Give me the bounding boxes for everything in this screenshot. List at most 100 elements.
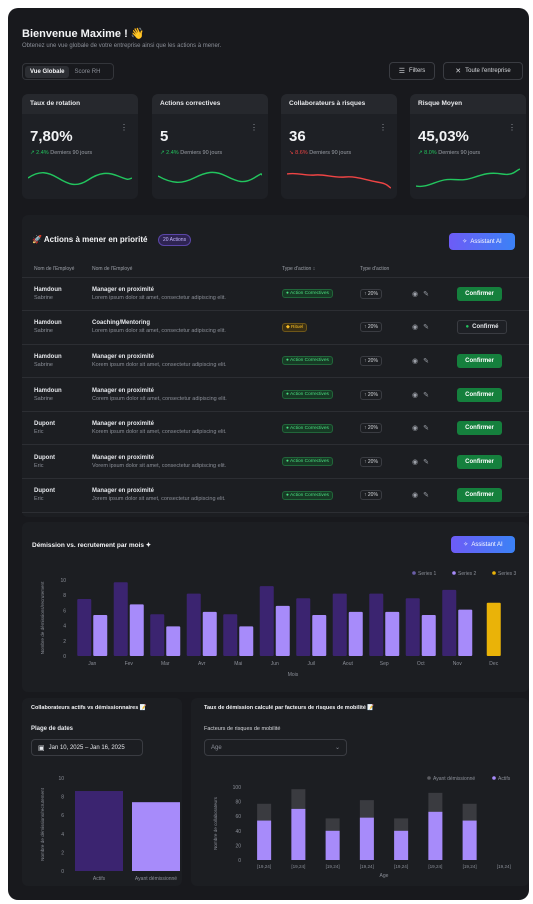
status-cell: Confirmer xyxy=(457,478,529,513)
mobility-chart-title: Taux de démission calculé par facteurs d… xyxy=(204,705,375,711)
action-description: Korem ipsum dolor sit amet, consectetur … xyxy=(92,361,227,368)
impact-value: 20% xyxy=(367,290,378,297)
action-cell: Manager en proximité Vorem ipsum dolor si… xyxy=(92,444,282,480)
view-tabs: Vue Globale Score RH xyxy=(22,63,114,80)
impact-value: 20% xyxy=(367,458,378,465)
action-type-tag: ● Action Correctives xyxy=(282,457,333,467)
type-cell: ● Action Correctives xyxy=(282,444,360,480)
filters-button[interactable]: ☰ Filters xyxy=(389,62,435,80)
view-icon[interactable]: ◉ xyxy=(412,425,418,432)
kpi-value: 36 xyxy=(289,128,306,145)
edit-icon[interactable]: ✎ xyxy=(423,392,429,399)
type-cell: ● Action Correctives xyxy=(282,277,360,312)
bar xyxy=(132,802,180,871)
bar-series-1 xyxy=(369,593,384,656)
bar-series-2 xyxy=(421,614,436,656)
kebab-menu-icon[interactable]: ⋮ xyxy=(379,123,387,132)
confirm-button[interactable]: Confirmer xyxy=(457,353,502,368)
status-label: Confirmer xyxy=(465,425,494,432)
sparkle-icon: ✧ xyxy=(463,542,469,548)
tab-vue-globale[interactable]: Vue Globale xyxy=(25,65,70,78)
view-icon[interactable]: ◉ xyxy=(412,392,418,399)
bar-series-1 xyxy=(259,586,274,656)
legend-label: Ayant démissionné xyxy=(433,776,475,782)
kpi-card-rotation: Taux de rotation ⋮ 7,80% ↗ 2.4% Derniers… xyxy=(22,94,138,199)
y-tick-label: 40 xyxy=(235,829,241,835)
confirm-button[interactable]: Confirmer xyxy=(457,387,502,402)
bar-active xyxy=(325,830,340,860)
y-tick-label: 20 xyxy=(235,843,241,849)
kpi-trend: ↘ 8.6% Derniers 90 jours xyxy=(289,150,351,156)
action-type-label: Action Correctives xyxy=(289,459,329,465)
impact-badge: ↑ 20% xyxy=(360,456,382,467)
row-icons-cell: ◉ ✎ xyxy=(412,478,457,513)
x-tick-label: Dec xyxy=(489,661,498,667)
employee-cell: Hamdoun Sabrine xyxy=(22,377,92,412)
pct-cell: ↑ 20% xyxy=(360,377,412,412)
view-icon[interactable]: ◉ xyxy=(412,291,418,298)
assistant-ai-button[interactable]: ✧ Assistant AI xyxy=(451,536,515,553)
view-icon[interactable]: ◉ xyxy=(412,358,418,365)
impact-badge: ↑ 20% xyxy=(360,355,382,366)
edit-icon[interactable]: ✎ xyxy=(423,358,429,365)
x-axis-label: Age xyxy=(380,873,389,879)
edit-icon[interactable]: ✎ xyxy=(423,492,429,499)
view-icon[interactable]: ◉ xyxy=(412,459,418,466)
factor-label: Facteurs de risques de mobilité xyxy=(204,726,281,732)
x-tick-label: Nov xyxy=(453,661,462,667)
column-header: Nom de l'Employé xyxy=(22,261,92,278)
y-tick-label: 10 xyxy=(60,578,66,584)
action-type-tag: ● Action Correctives xyxy=(282,390,333,400)
y-axis-label: Nombre de démissions/recrutement xyxy=(40,787,45,860)
y-tick-label: 2 xyxy=(61,850,64,856)
edit-icon[interactable]: ✎ xyxy=(423,324,429,331)
y-tick-label: 60 xyxy=(235,814,241,820)
bar-series-1 xyxy=(113,582,128,656)
bar-series-2 xyxy=(385,611,400,656)
status-cell: Confirmer xyxy=(457,344,529,379)
assistant-ai-button[interactable]: ✧ Assistant AI xyxy=(449,233,515,250)
confirm-button[interactable]: Confirmer xyxy=(457,488,502,503)
column-header[interactable]: Type d'action ↕ xyxy=(282,261,360,278)
confirmed-button[interactable]: ● Confirmé xyxy=(457,320,507,335)
action-type-tag: ◆ Rituel xyxy=(282,322,308,332)
x-tick-label: Aout xyxy=(343,661,354,667)
view-icon[interactable]: ◉ xyxy=(412,492,418,499)
x-tick-label: [19,24] xyxy=(497,864,511,869)
kebab-menu-icon[interactable]: ⋮ xyxy=(120,123,128,132)
edit-icon[interactable]: ✎ xyxy=(423,291,429,298)
edit-icon[interactable]: ✎ xyxy=(423,425,429,432)
kpi-value: 45,03% xyxy=(418,128,469,145)
bar-series-1 xyxy=(332,593,347,656)
confirm-button[interactable]: Confirmer xyxy=(457,421,502,436)
view-icon[interactable]: ◉ xyxy=(412,324,418,331)
y-tick-label: 6 xyxy=(63,608,66,614)
action-cell: Manager en proximité Jorem ipsum dolor si… xyxy=(92,478,282,513)
status-label: Confirmer xyxy=(465,458,494,465)
impact-value: 20% xyxy=(367,357,378,364)
x-tick-label: Jan xyxy=(88,661,96,667)
x-tick-label: Mar xyxy=(161,661,170,667)
company-filter-button[interactable]: ✕ Toute l'entreprise xyxy=(443,62,523,80)
type-cell: ● Action Correctives xyxy=(282,411,360,446)
edit-icon[interactable]: ✎ xyxy=(423,459,429,466)
confirm-button[interactable]: Confirmer xyxy=(457,286,502,301)
bar-series-2 xyxy=(202,611,217,656)
action-type-label: Action Correctives xyxy=(289,425,329,431)
x-tick-label: [19,24] xyxy=(394,864,408,869)
page-title: Bienvenue Maxime ! 👋 xyxy=(22,28,145,40)
type-cell: ● Action Correctives xyxy=(282,344,360,379)
table-row: Dupont Eric Manager en proximité Vorem ipsu… xyxy=(22,444,529,480)
employee-cell: Dupont Eric xyxy=(22,411,92,446)
factor-select[interactable]: Age ⌄ xyxy=(204,739,347,756)
confirm-button[interactable]: Confirmer xyxy=(457,454,502,469)
kpi-delta: 2.4% xyxy=(36,150,49,156)
bar-series-1 xyxy=(186,593,201,656)
y-tick-label: 0 xyxy=(61,869,64,875)
kebab-menu-icon[interactable]: ⋮ xyxy=(508,123,516,132)
legend-dot-icon xyxy=(452,571,456,575)
y-tick-label: 8 xyxy=(61,795,64,801)
date-range-picker[interactable]: ▣ Jan 10, 2025 – Jan 16, 2025 xyxy=(31,739,143,756)
kebab-menu-icon[interactable]: ⋮ xyxy=(250,123,258,132)
tab-score-rh[interactable]: Score RH xyxy=(69,66,105,78)
